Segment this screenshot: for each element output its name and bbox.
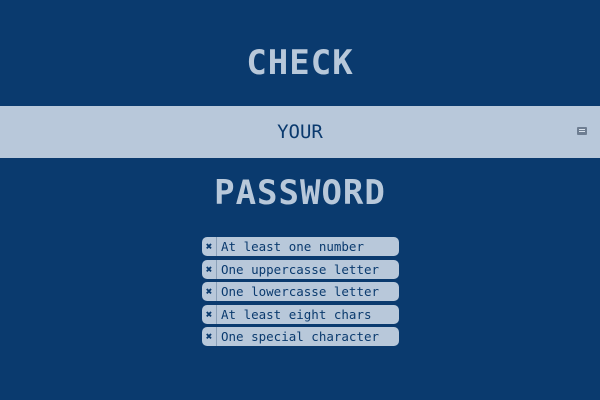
item-divider bbox=[216, 237, 217, 256]
requirement-item-lowercase: ✖ One lowercasse letter bbox=[202, 282, 399, 301]
requirement-item-uppercase: ✖ One uppercasse letter bbox=[202, 259, 399, 279]
requirement-label: At least eight chars bbox=[221, 306, 372, 322]
requirement-label: One lowercasse letter bbox=[221, 284, 380, 299]
x-icon: ✖ bbox=[205, 240, 213, 253]
x-icon: ✖ bbox=[205, 285, 213, 298]
heading-password: PASSWORD bbox=[214, 173, 386, 213]
requirement-label: One uppercasse letter bbox=[221, 261, 380, 277]
requirement-item-length: ✖ At least eight chars bbox=[202, 304, 399, 324]
item-divider bbox=[216, 259, 217, 279]
x-icon: ✖ bbox=[205, 262, 213, 276]
password-input[interactable] bbox=[0, 106, 600, 158]
requirement-item-special: ✖ One special character bbox=[202, 327, 399, 346]
heading-check: CHECK bbox=[246, 43, 354, 83]
item-divider bbox=[216, 327, 217, 346]
x-icon: ✖ bbox=[205, 330, 213, 343]
item-divider bbox=[216, 304, 217, 324]
x-icon: ✖ bbox=[205, 307, 213, 321]
requirement-label: At least one number bbox=[221, 239, 364, 254]
requirement-label: One special character bbox=[221, 329, 380, 344]
password-requirements-list: ✖ At least one number ✖ One uppercasse l… bbox=[202, 237, 399, 350]
keyboard-icon[interactable] bbox=[577, 127, 587, 135]
password-field-band bbox=[0, 106, 600, 158]
requirement-item-number: ✖ At least one number bbox=[202, 237, 399, 256]
item-divider bbox=[216, 282, 217, 301]
